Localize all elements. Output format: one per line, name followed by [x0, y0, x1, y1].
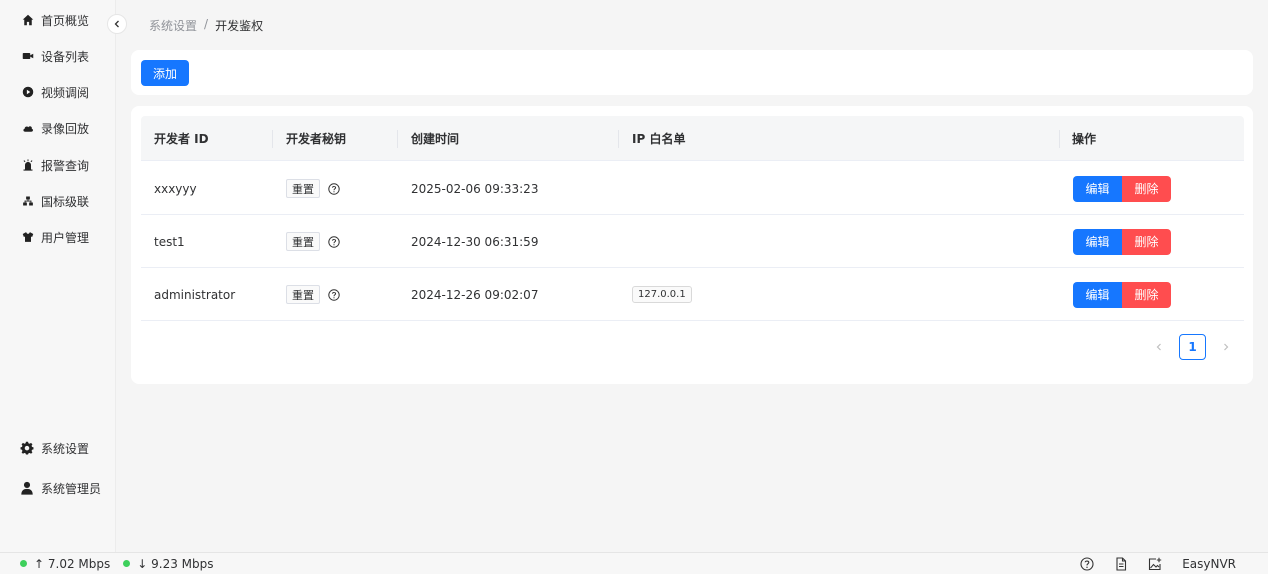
- brand-label: EasyNVR: [1182, 557, 1236, 571]
- table-row: administrator 重置 2024-12-26 09:02:07 127…: [141, 268, 1244, 321]
- created-time: 2024-12-30 06:31:59: [411, 234, 539, 249]
- sidebar-item-label: 用户管理: [41, 230, 90, 245]
- cascade-icon: [23, 196, 33, 206]
- play-icon: [22, 86, 34, 98]
- sidebar-item-alarms[interactable]: 报警查询: [22, 155, 89, 175]
- column-header-secret: 开发者秘钥: [286, 132, 347, 146]
- status-bar-tools: EasyNVR: [1080, 553, 1236, 574]
- delete-button[interactable]: 删除: [1122, 228, 1171, 255]
- cloud-icon: [23, 126, 33, 132]
- column-divider: [618, 130, 619, 148]
- status-bar: ↑ 7.02 Mbps ↓ 9.23 Mbps EasyNVR: [0, 552, 1268, 574]
- breadcrumb-parent[interactable]: 系统设置: [149, 17, 197, 34]
- column-divider: [272, 130, 273, 148]
- ip-whitelist-cell: 127.0.0.1: [632, 268, 692, 321]
- created-time: 2025-02-06 09:33:23: [411, 181, 539, 196]
- developer-table-card: 开发者 ID 开发者秘钥 创建时间 IP 白名单 操作 xxxyyy 重置 20…: [131, 106, 1253, 384]
- actions-cell: 编辑 删除: [1073, 162, 1171, 215]
- help-circle-icon[interactable]: [328, 235, 340, 248]
- reset-secret-button[interactable]: 重置: [286, 285, 320, 304]
- breadcrumb-separator: /: [204, 17, 209, 31]
- reset-secret-button[interactable]: 重置: [286, 232, 320, 251]
- column-divider: [397, 130, 398, 148]
- sidebar-item-label: 国标级联: [41, 194, 90, 209]
- help-circle-icon[interactable]: [1080, 557, 1094, 571]
- developer-id: test1: [154, 234, 185, 249]
- edit-button[interactable]: 编辑: [1073, 175, 1122, 202]
- page-number-button[interactable]: 1: [1179, 334, 1206, 360]
- reset-secret-button[interactable]: 重置: [286, 179, 320, 198]
- download-rate-text: ↓ 9.23 Mbps: [137, 556, 214, 571]
- online-dot: [20, 560, 27, 567]
- sidebar-collapse-button[interactable]: [107, 14, 127, 34]
- upload-rate: ↑ 7.02 Mbps: [20, 557, 110, 571]
- sidebar-item-label: 录像回放: [41, 121, 90, 136]
- download-rate: ↓ 9.23 Mbps: [123, 556, 214, 571]
- user-icon: [21, 481, 33, 495]
- image-add-icon[interactable]: [1148, 557, 1162, 571]
- toolbar-card: 添加: [131, 50, 1253, 95]
- actions-cell: 编辑 删除: [1073, 268, 1171, 321]
- chevron-right-icon: [1224, 343, 1229, 351]
- developer-id: administrator: [154, 287, 236, 302]
- column-header-developer-id: 开发者 ID: [154, 132, 209, 146]
- edit-button[interactable]: 编辑: [1073, 228, 1122, 255]
- table-row: xxxyyy 重置 2025-02-06 09:33:23 编辑 删除: [141, 162, 1244, 215]
- chevron-left-icon: [1156, 343, 1161, 351]
- table-row: test1 重置 2024-12-30 06:31:59 编辑 删除: [141, 215, 1244, 268]
- sidebar-item-label: 视频调阅: [41, 85, 90, 100]
- sidebar-item-label: 首页概览: [41, 13, 90, 28]
- secret-cell: 重置: [286, 268, 340, 321]
- sidebar-item-admin[interactable]: 系统管理员: [20, 478, 101, 498]
- sidebar-item-label: 设备列表: [41, 49, 90, 64]
- actions-cell: 编辑 删除: [1073, 215, 1171, 268]
- delete-button[interactable]: 删除: [1122, 175, 1171, 202]
- sidebar-item-home[interactable]: 首页概览: [22, 10, 89, 30]
- help-circle-icon[interactable]: [328, 288, 340, 301]
- column-header-actions: 操作: [1072, 132, 1097, 146]
- alarm-icon: [23, 159, 33, 171]
- sidebar: 首页概览 设备列表 视频调阅 录像回放 报警查询 国标级联 用户管理 系统设置 …: [0, 0, 116, 552]
- edit-button[interactable]: 编辑: [1073, 281, 1122, 308]
- column-divider: [1059, 130, 1060, 148]
- upload-rate-text: ↑ 7.02 Mbps: [34, 556, 111, 571]
- prev-page-button[interactable]: [1153, 341, 1165, 353]
- sidebar-item-video[interactable]: 视频调阅: [22, 82, 89, 102]
- column-header-ip-whitelist: IP 白名单: [632, 132, 686, 146]
- sidebar-item-label: 系统设置: [41, 441, 90, 456]
- sidebar-item-playback[interactable]: 录像回放: [22, 118, 89, 138]
- help-circle-icon[interactable]: [328, 182, 340, 195]
- ip-tag: 127.0.0.1: [632, 286, 692, 303]
- document-icon[interactable]: [1114, 557, 1128, 571]
- developer-id: xxxyyy: [154, 181, 197, 196]
- shirt-icon: [22, 232, 34, 242]
- column-header-created: 创建时间: [411, 132, 460, 146]
- sidebar-item-system-settings[interactable]: 系统设置: [20, 438, 89, 458]
- pagination: 1: [1153, 334, 1232, 360]
- sidebar-item-label: 系统管理员: [41, 481, 102, 496]
- secret-cell: 重置: [286, 162, 340, 215]
- gear-icon: [20, 441, 34, 455]
- sidebar-item-devices[interactable]: 设备列表: [22, 46, 89, 66]
- breadcrumb: 系统设置 / 开发鉴权: [149, 17, 263, 34]
- chevron-left-icon: [114, 20, 119, 28]
- sidebar-item-label: 报警查询: [41, 158, 90, 173]
- created-time: 2024-12-26 09:02:07: [411, 287, 539, 302]
- add-button[interactable]: 添加: [141, 60, 189, 86]
- next-page-button[interactable]: [1220, 341, 1232, 353]
- sidebar-item-cascade[interactable]: 国标级联: [22, 191, 89, 211]
- camera-icon: [22, 53, 34, 59]
- breadcrumb-current: 开发鉴权: [215, 19, 264, 33]
- table-header: 开发者 ID 开发者秘钥 创建时间 IP 白名单 操作: [141, 116, 1244, 161]
- sidebar-item-users[interactable]: 用户管理: [22, 227, 89, 247]
- delete-button[interactable]: 删除: [1122, 281, 1171, 308]
- secret-cell: 重置: [286, 215, 340, 268]
- online-dot: [123, 560, 131, 567]
- home-icon: [22, 14, 34, 26]
